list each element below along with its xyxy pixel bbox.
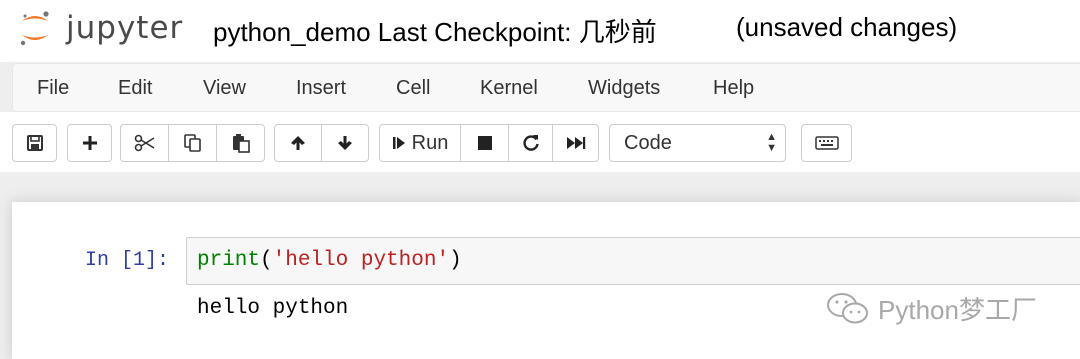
code-paren-open: ( [260, 249, 273, 272]
move-up-button[interactable] [274, 124, 322, 162]
step-forward-icon [392, 137, 405, 149]
toolbar: Run [0, 112, 1080, 172]
menu-insert[interactable]: Insert [296, 77, 346, 100]
restart-run-all-button[interactable] [552, 124, 599, 162]
command-palette-button[interactable] [801, 124, 852, 162]
insert-group [67, 124, 112, 162]
save-group [12, 124, 57, 162]
code-editor[interactable]: print('hello python') [197, 249, 462, 272]
cut-button[interactable] [120, 124, 169, 162]
keyboard-group [801, 124, 852, 162]
arrow-up-icon [291, 136, 305, 150]
notebook-header: jupyter python_demo Last Checkpoint: 几秒前… [0, 0, 1080, 62]
menu-cell[interactable]: Cell [396, 77, 430, 100]
fast-forward-icon [566, 137, 585, 149]
move-group [274, 124, 369, 162]
restart-icon [522, 135, 539, 151]
plus-icon [82, 136, 97, 150]
paste-icon [232, 134, 250, 153]
autosave-status: (unsaved changes) [736, 12, 958, 42]
arrow-down-icon [338, 136, 352, 150]
cut-icon [134, 134, 154, 152]
wechat-icon [827, 292, 868, 323]
cell-type-select[interactable]: Code ▲ ▼ [609, 124, 786, 162]
notebook-title[interactable]: python_demo Last Checkpoint: 几秒前 [213, 12, 657, 49]
cell-type-value: Code [624, 132, 672, 154]
menu-view[interactable]: View [203, 77, 246, 100]
menu-widgets[interactable]: Widgets [588, 77, 660, 100]
restart-kernel-button[interactable] [508, 124, 553, 162]
keyboard-icon [814, 136, 839, 150]
jupyter-logo-icon [20, 11, 49, 46]
menu-kernel[interactable]: Kernel [480, 77, 538, 100]
jupyter-logo[interactable]: jupyter [18, 8, 183, 48]
select-arrows-icon: ▲ ▼ [766, 131, 777, 154]
clipboard-group [120, 124, 265, 162]
menu-file[interactable]: File [37, 77, 69, 100]
checkpoint-status: Last Checkpoint: 几秒前 [377, 17, 657, 47]
logo-text: jupyter [66, 10, 184, 46]
save-icon [26, 135, 43, 151]
code-builtin: print [197, 249, 261, 272]
code-paren-close: ) [449, 249, 462, 272]
run-button[interactable]: Run [379, 124, 461, 162]
copy-icon [183, 134, 201, 152]
code-string: 'hello python' [272, 249, 450, 272]
cell-output: hello python [197, 297, 349, 320]
watermark-text: Python梦工厂 [878, 295, 1037, 325]
run-label: Run [411, 131, 449, 154]
stop-icon [477, 136, 492, 150]
code-cell-input[interactable]: print('hello python') [186, 237, 1080, 285]
watermark: Python梦工厂 [826, 290, 1037, 327]
interrupt-button[interactable] [460, 124, 509, 162]
notebook-name[interactable]: python_demo [213, 17, 371, 47]
paste-button[interactable] [216, 124, 265, 162]
menu-help[interactable]: Help [713, 77, 754, 100]
insert-cell-button[interactable] [67, 124, 112, 162]
menu-edit[interactable]: Edit [118, 77, 152, 100]
copy-button[interactable] [168, 124, 217, 162]
save-button[interactable] [12, 124, 57, 162]
run-group: Run [379, 124, 599, 162]
menubar: File Edit View Insert Cell Kernel Widget… [12, 63, 1080, 112]
move-down-button[interactable] [321, 124, 369, 162]
input-prompt: In [1]: [85, 249, 170, 272]
